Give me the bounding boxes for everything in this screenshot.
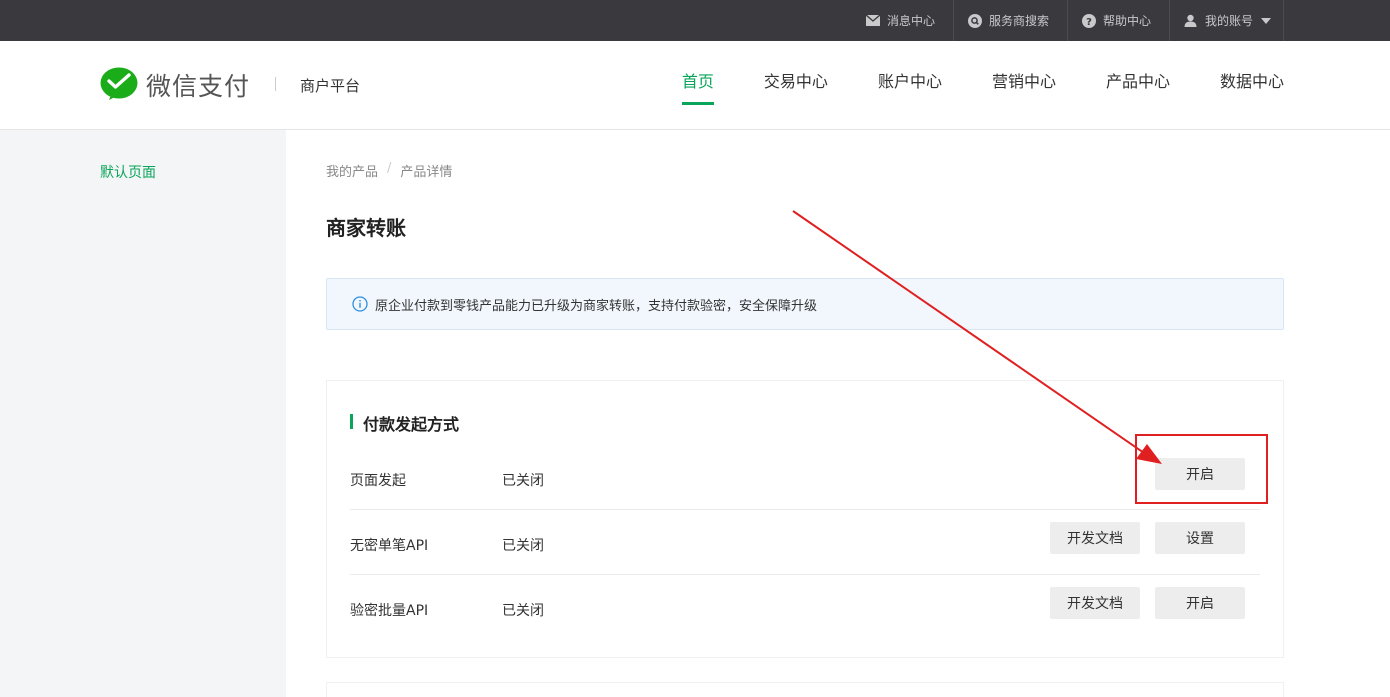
table-row: 验密批量API 已关闭 开发文档 开启 [350, 575, 1260, 640]
notice-text: 原企业付款到零钱产品能力已升级为商家转账，支持付款验密，安全保障升级 [375, 298, 818, 314]
info-icon [352, 296, 368, 312]
top-bar: 消息中心 服务商搜索 ? 帮助中心 我的账号 [0, 0, 1390, 41]
breadcrumb-separator: / [387, 161, 392, 176]
table-row: 无密单笔API 已关闭 开发文档 设置 [350, 510, 1260, 575]
message-center-link[interactable]: 消息中心 [852, 0, 953, 41]
payment-initiation-section: 付款发起方式 页面发起 已关闭 开启 无密单笔API 已关闭 开发文档 设置 验… [326, 380, 1284, 658]
enable-page-initiation-button[interactable]: 开启 [1155, 458, 1245, 490]
nav-home[interactable]: 首页 [681, 41, 714, 130]
provider-search-label: 服务商搜索 [988, 14, 1049, 28]
search-icon [967, 13, 982, 28]
row-status: 已关闭 [502, 603, 544, 619]
next-section [326, 682, 1284, 697]
mail-icon [865, 14, 880, 28]
enable-batch-api-button[interactable]: 开启 [1155, 587, 1245, 619]
merchant-platform-label: 商户平台 [300, 77, 361, 95]
breadcrumb-product-detail: 产品详情 [400, 165, 453, 180]
wechat-pay-logo-icon [100, 67, 138, 100]
chevron-down-icon [1261, 17, 1271, 24]
my-account-label: 我的账号 [1204, 14, 1253, 28]
svg-text:?: ? [1086, 17, 1092, 28]
wechat-pay-logo[interactable]: 微信支付 [100, 67, 250, 103]
notice-banner: 原企业付款到零钱产品能力已升级为商家转账，支持付款验密，安全保障升级 [326, 278, 1284, 330]
row-name: 验密批量API [350, 603, 429, 619]
settings-button[interactable]: 设置 [1155, 522, 1245, 554]
nav-transactions[interactable]: 交易中心 [764, 41, 828, 130]
main-content: 我的产品 / 产品详情 商家转账 原企业付款到零钱产品能力已升级为商家转账，支持… [286, 130, 1390, 697]
sidebar: 默认页面 [0, 130, 286, 697]
nav-data[interactable]: 数据中心 [1220, 41, 1284, 130]
row-status: 已关闭 [502, 538, 544, 554]
table-row: 页面发起 已关闭 开启 [350, 445, 1260, 510]
dev-docs-button[interactable]: 开发文档 [1050, 587, 1140, 619]
nav-marketing[interactable]: 营销中心 [992, 41, 1056, 130]
breadcrumb-my-products[interactable]: 我的产品 [326, 161, 378, 180]
section-title: 付款发起方式 [350, 411, 459, 435]
sidebar-item-default-page[interactable]: 默认页面 [100, 162, 156, 182]
help-center-link[interactable]: ? 帮助中心 [1066, 0, 1169, 41]
breadcrumb: 我的产品 / 产品详情 [326, 161, 452, 180]
row-status: 已关闭 [502, 473, 544, 489]
nav-products[interactable]: 产品中心 [1106, 41, 1170, 130]
message-center-label: 消息中心 [886, 14, 935, 28]
row-name: 页面发起 [350, 473, 406, 489]
logo-text: 微信支付 [146, 72, 251, 101]
page-title: 商家转账 [326, 216, 406, 240]
user-icon [1184, 14, 1198, 28]
nav-account[interactable]: 账户中心 [878, 41, 942, 130]
dev-docs-button[interactable]: 开发文档 [1050, 522, 1140, 554]
my-account-link[interactable]: 我的账号 [1168, 0, 1284, 41]
logo-divider [275, 77, 276, 91]
header: 微信支付 商户平台 首页 交易中心 账户中心 营销中心 产品中心 数据中心 [0, 41, 1390, 130]
provider-search-link[interactable]: 服务商搜索 [952, 0, 1067, 41]
help-icon: ? [1081, 13, 1096, 28]
row-name: 无密单笔API [350, 538, 429, 554]
help-center-label: 帮助中心 [1102, 14, 1151, 28]
top-links: 消息中心 服务商搜索 ? 帮助中心 我的账号 [852, 0, 1284, 41]
main-nav: 首页 交易中心 账户中心 营销中心 产品中心 数据中心 [632, 41, 1284, 130]
